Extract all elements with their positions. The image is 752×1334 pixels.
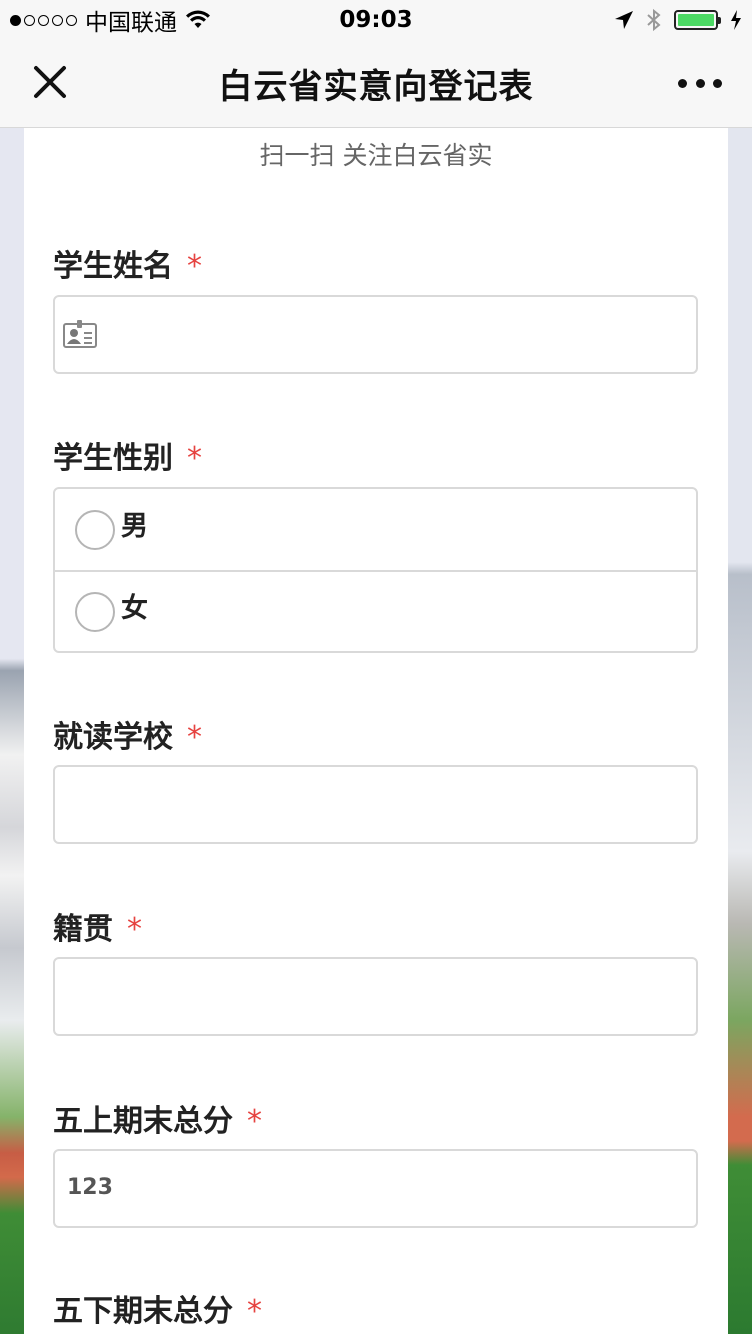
field-label-text: 学生性别 [53,441,173,476]
native-place-input[interactable] [71,969,681,1025]
more-dot-icon [678,78,687,88]
field-label-text: 五上期末总分 [53,1104,233,1139]
radio-button[interactable] [75,591,115,632]
radio-label: 男 [121,511,148,542]
number-keypad-icon: 123 [67,1175,113,1200]
student-name-field[interactable] [53,295,698,374]
charging-bolt-icon [731,10,741,30]
status-time: 09:03 [339,7,413,33]
student-gender-label: 学生性别 * [53,433,202,477]
follow-subtitle: 扫一扫 关注白云省实 [259,141,493,170]
student-name-input[interactable] [111,307,681,363]
grade5-second-term-score-label: 五下期末总分 * [53,1286,262,1330]
id-card-icon [63,320,97,348]
field-label-text: 籍贯 [53,912,113,947]
close-button[interactable] [30,62,70,102]
radio-label: 女 [121,593,148,624]
wifi-icon [186,10,210,28]
student-name-label: 学生姓名 * [53,241,202,285]
more-dot-icon [713,78,722,88]
grade5-first-term-score-input[interactable] [111,1161,681,1217]
grade5-first-term-score-label: 五上期末总分 * [53,1096,262,1140]
school-input[interactable] [71,777,681,833]
location-arrow-icon [615,11,633,29]
background-photo-left [0,128,24,1334]
status-left: 中国联通 [10,3,211,37]
battery-icon [674,10,721,30]
nav-bar: 白云省实意向登记表 [0,40,752,128]
field-label-text: 就读学校 [53,720,173,755]
required-mark: * [247,1294,262,1329]
close-icon [34,66,66,98]
native-place-field[interactable] [53,957,698,1036]
status-right [614,8,742,32]
radio-button[interactable] [75,509,115,550]
page-title: 白云省实意向登记表 [218,67,534,107]
field-label-text: 五下期末总分 [53,1294,233,1329]
gender-option-female[interactable]: 女 [55,570,696,651]
required-mark: * [247,1104,262,1139]
bluetooth-icon [647,8,661,32]
signal-strength-icon [10,14,77,26]
carrier-name: 中国联通 [85,10,177,36]
form-card: 扫一扫 关注白云省实 学生姓名 * 学生性别 * 男 女 就读学校 * 籍贯 *… [24,128,728,1334]
required-mark: * [187,720,202,755]
gender-radio-group: 男 女 [53,487,698,653]
native-place-label: 籍贯 * [53,904,142,948]
required-mark: * [187,249,202,284]
more-menu-button[interactable] [678,68,722,98]
school-label: 就读学校 * [53,712,202,756]
field-label-text: 学生姓名 [53,249,173,284]
background-photo-right [728,128,752,1334]
required-mark: * [127,912,142,947]
status-bar: 中国联通 09:03 [0,0,752,40]
gender-option-male[interactable]: 男 [55,489,696,570]
grade5-first-term-score-field[interactable]: 123 [53,1149,698,1228]
battery-level [678,14,714,26]
school-field[interactable] [53,765,698,844]
required-mark: * [187,441,202,476]
more-dot-icon [695,78,705,88]
